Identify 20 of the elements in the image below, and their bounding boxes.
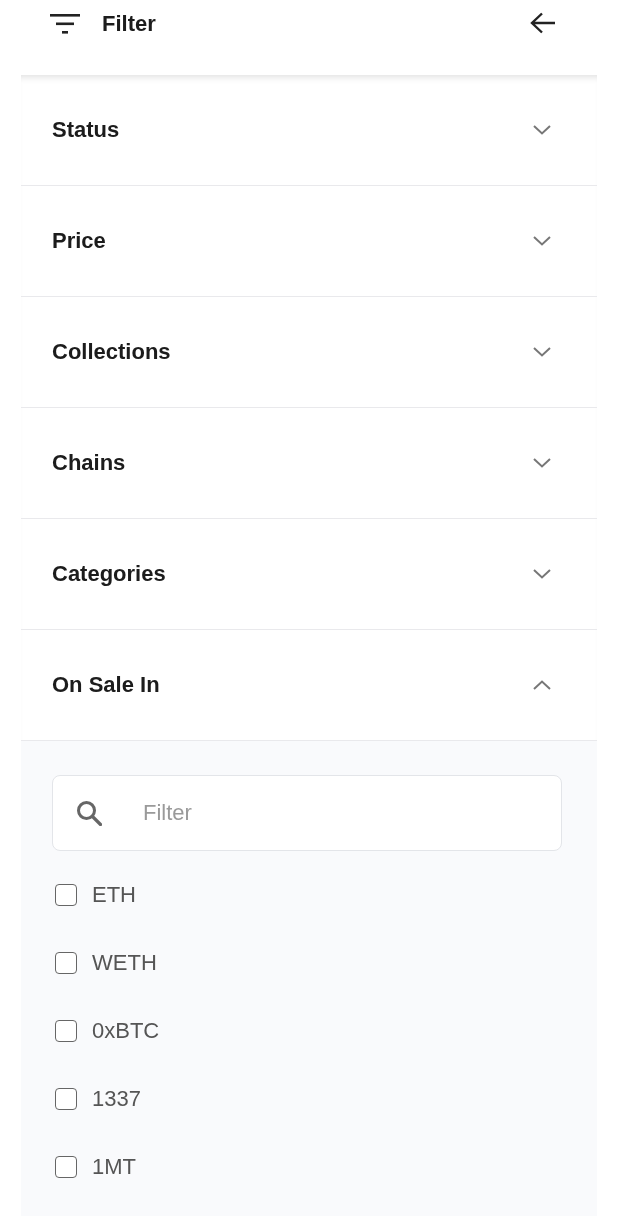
checkbox-option[interactable]: ETH [52,861,136,929]
search-field[interactable]: Filter [52,775,562,851]
section-header[interactable]: Collections [21,297,597,407]
section-header[interactable]: Chains [21,408,597,518]
checkbox-option[interactable]: 1337 [52,1065,141,1133]
filter-title: Filter [102,13,156,35]
checkbox-option[interactable]: 1MT [52,1133,136,1201]
checkbox[interactable] [55,1156,77,1178]
search-icon [76,800,102,826]
arrow-left-icon[interactable] [530,12,556,34]
filter-icon [50,14,80,34]
checkbox[interactable] [55,1088,77,1110]
section-header[interactable]: Status [21,75,597,185]
checkbox-option[interactable]: WETH [52,929,157,997]
checkbox[interactable] [55,952,77,974]
checkbox[interactable] [55,1020,77,1042]
checkbox[interactable] [55,884,77,906]
checkbox-option[interactable]: 0xBTC [52,997,160,1065]
section-header[interactable]: Categories [21,519,597,629]
section-header[interactable]: Price [21,186,597,296]
